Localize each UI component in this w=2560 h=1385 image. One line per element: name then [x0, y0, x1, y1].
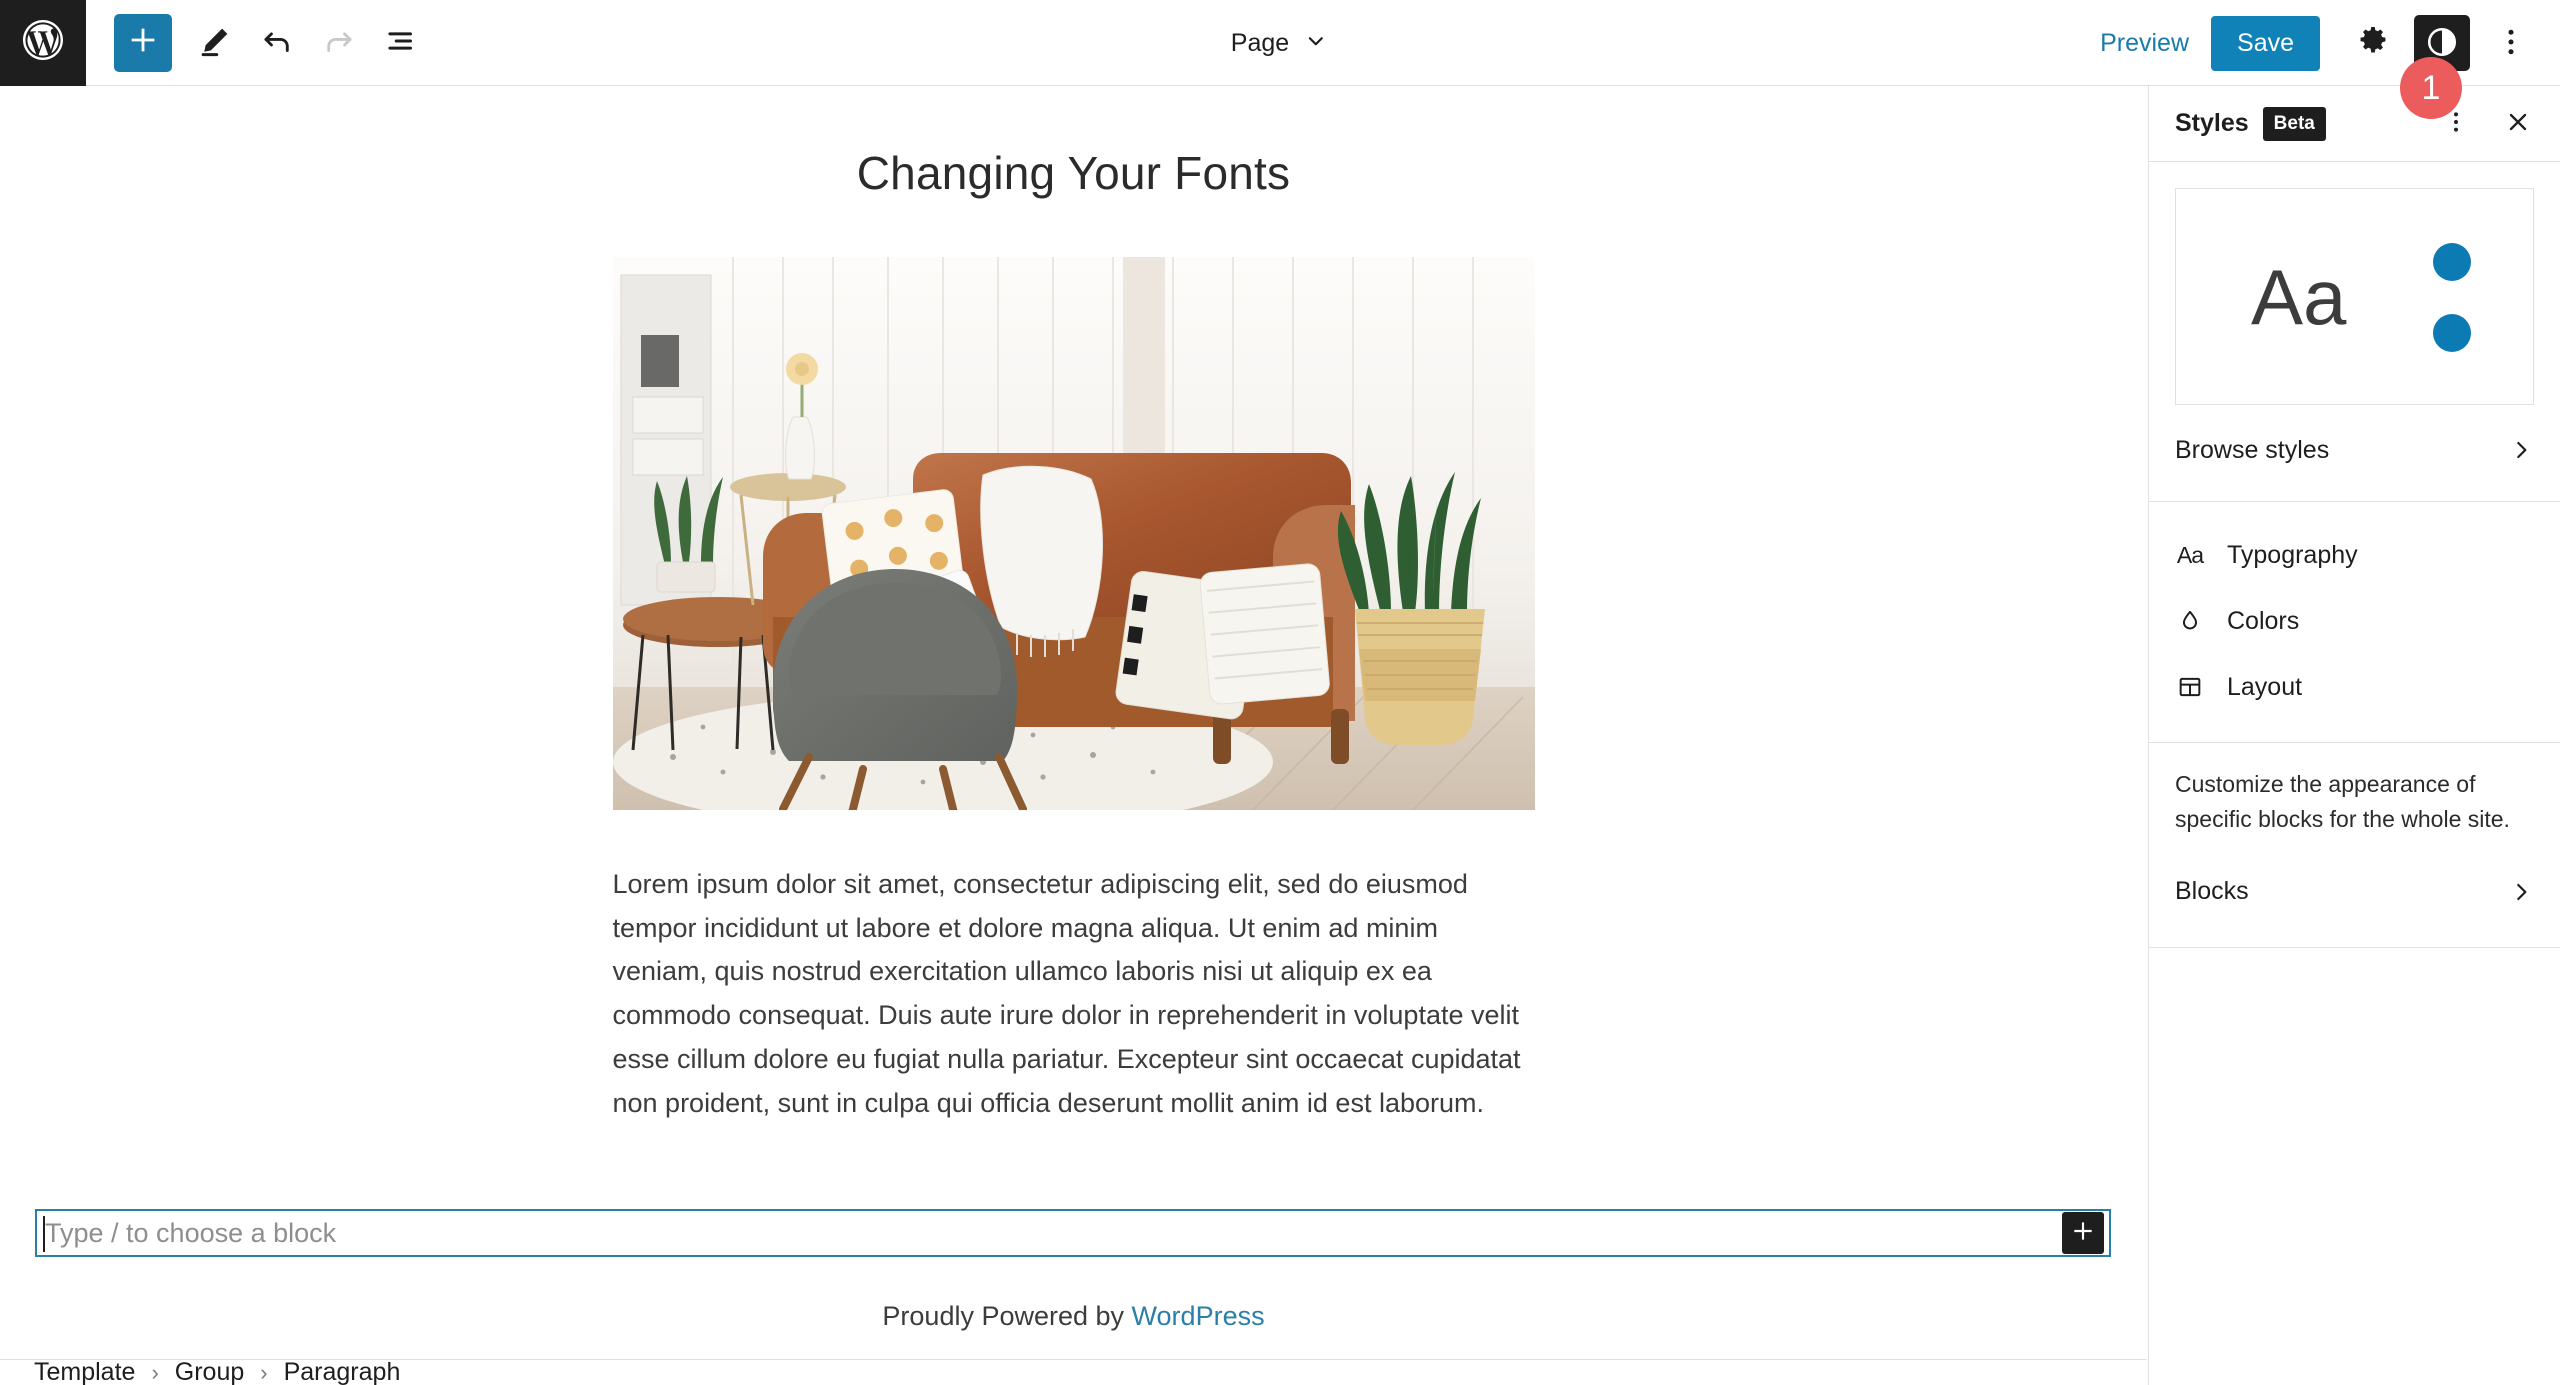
style-preview-sample-text: Aa	[2251, 252, 2347, 341]
save-button[interactable]: Save	[2211, 15, 2320, 71]
editor-header: Page Preview Save	[0, 0, 2560, 86]
redo-arrow-icon	[320, 22, 358, 63]
step-badge-1: 1	[2400, 57, 2462, 119]
sidebar-item-blocks[interactable]: Blocks	[2149, 859, 2560, 925]
undo-arrow-icon	[258, 22, 296, 63]
chevron-right-icon: ›	[260, 1359, 268, 1385]
wordpress-logo-icon	[19, 16, 67, 69]
chevron-down-icon	[1303, 28, 1329, 59]
typography-aa-icon: Aa	[2176, 541, 2204, 568]
empty-paragraph-block[interactable]: Type / to choose a block	[35, 1209, 2111, 1257]
close-sidebar-button[interactable]	[2494, 100, 2542, 148]
wordpress-link[interactable]: WordPress	[1132, 1301, 1265, 1331]
edit-tool-button[interactable]	[184, 12, 246, 74]
preview-link[interactable]: Preview	[2078, 29, 2211, 58]
sidebar-divider	[2149, 501, 2560, 502]
styles-sidebar: Styles Beta Aa Browse styles Aa Typograp…	[2148, 86, 2560, 1385]
undo-button[interactable]	[246, 12, 308, 74]
editor-toolbar	[86, 12, 432, 74]
sidebar-item-typography[interactable]: Aa Typography	[2149, 522, 2560, 588]
redo-button[interactable]	[308, 12, 370, 74]
document-title: Page	[1230, 28, 1290, 57]
chevron-right-icon	[2508, 437, 2534, 463]
browse-styles-label: Browse styles	[2175, 435, 2330, 464]
text-caret	[43, 1216, 45, 1252]
close-x-icon	[2504, 108, 2532, 139]
page-title[interactable]: Changing Your Fonts	[0, 146, 2147, 200]
add-block-button[interactable]	[114, 13, 172, 72]
paragraph-block[interactable]: Lorem ipsum dolor sit amet, consectetur …	[613, 863, 1535, 1125]
blocks-label: Blocks	[2175, 877, 2249, 906]
gear-icon	[2355, 24, 2391, 63]
living-room-photo	[612, 257, 1535, 810]
list-view-icon	[382, 22, 420, 63]
blocks-section: Customize the appearance of specific blo…	[2149, 767, 2560, 925]
sidebar-item-label: Layout	[2227, 672, 2303, 701]
editor-canvas[interactable]: Changing Your Fonts Lorem ipsum dolor si…	[0, 86, 2147, 1359]
sidebar-item-label: Colors	[2227, 606, 2300, 635]
list-view-button[interactable]	[370, 12, 432, 74]
plus-icon	[2070, 1218, 2096, 1249]
sidebar-divider-2	[2149, 742, 2560, 743]
contrast-half-circle-icon	[2425, 25, 2459, 62]
browse-styles-row[interactable]: Browse styles	[2149, 417, 2560, 483]
breadcrumb-item-group[interactable]: Group	[175, 1358, 244, 1385]
footer-text: Proudly Powered by	[882, 1301, 1132, 1331]
sidebar-item-layout[interactable]: Layout	[2149, 654, 2560, 720]
sidebar-item-colors[interactable]: Colors	[2149, 588, 2560, 654]
header-actions: Preview Save	[2078, 0, 2542, 86]
beta-badge: Beta	[2262, 106, 2326, 141]
layout-grid-icon	[2175, 673, 2205, 701]
wordpress-logo-button[interactable]	[0, 0, 86, 86]
blocks-description: Customize the appearance of specific blo…	[2175, 771, 2510, 832]
chevron-right-icon: ›	[151, 1359, 159, 1385]
kebab-menu-icon	[2493, 24, 2529, 63]
hero-image-block[interactable]	[612, 257, 1535, 810]
plus-icon	[126, 23, 160, 62]
styles-panel-header: Styles Beta	[2149, 86, 2560, 162]
document-title-dropdown[interactable]: Page	[1231, 0, 1329, 86]
settings-button[interactable]	[2342, 12, 2404, 74]
pencil-icon	[196, 22, 234, 63]
chevron-right-icon	[2508, 879, 2534, 905]
style-swatch-primary	[2433, 243, 2471, 281]
breadcrumb-item-template[interactable]: Template	[34, 1358, 135, 1385]
sidebar-divider-3	[2149, 946, 2560, 948]
breadcrumb: Template › Group › Paragraph	[0, 1358, 2147, 1385]
more-options-button[interactable]	[2480, 12, 2542, 74]
site-footer-block[interactable]: Proudly Powered by WordPress	[0, 1301, 2147, 1332]
wordpress-site-editor: Page Preview Save 1 Changing Your Fonts …	[0, 0, 2560, 1385]
block-placeholder-text: Type / to choose a block	[45, 1217, 337, 1248]
style-swatch-secondary	[2433, 314, 2471, 352]
color-drop-icon	[2175, 607, 2205, 635]
style-preview-card[interactable]: Aa	[2175, 188, 2534, 405]
block-appender-button[interactable]	[2062, 1212, 2104, 1254]
styles-panel-title: Styles	[2175, 109, 2249, 137]
breadcrumb-item-paragraph[interactable]: Paragraph	[284, 1358, 401, 1385]
sidebar-item-label: Typography	[2227, 540, 2358, 569]
